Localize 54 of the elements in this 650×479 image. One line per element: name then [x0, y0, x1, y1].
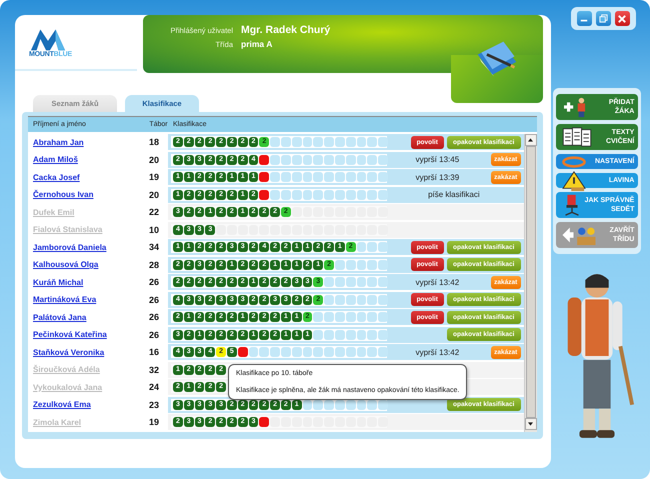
camp-number: 23: [148, 400, 160, 410]
up-arrow-icon: [528, 138, 534, 142]
camp-number: 26: [148, 312, 160, 322]
status-text: vyprší 13:39: [414, 172, 460, 182]
status-text: vyprší 13:42: [414, 348, 460, 356]
camp-number: 24: [148, 382, 160, 392]
scroll-down-button[interactable]: [524, 418, 537, 430]
student-link[interactable]: Zimola Karel: [28, 418, 140, 426]
camp-number: 20: [148, 154, 160, 164]
warning-sign-icon: [560, 170, 588, 192]
camp-number: 26: [148, 330, 160, 340]
camp-number: 34: [148, 242, 160, 252]
scroll-up-button[interactable]: [524, 134, 537, 146]
student-link[interactable]: Cacka Josef: [28, 172, 140, 182]
status-text: vyprší 13:42: [414, 278, 460, 286]
class-name: prima A: [241, 39, 274, 49]
status-text: vyprší 13:45: [414, 155, 460, 164]
restore-button[interactable]: [596, 11, 611, 26]
student-link[interactable]: Martináková Eva: [28, 295, 140, 304]
student-link[interactable]: Abraham Jan: [28, 138, 140, 146]
student-link[interactable]: Kuráň Michal: [28, 278, 140, 286]
status-text: píše klasifikaci: [427, 190, 481, 199]
minimize-button[interactable]: [576, 11, 592, 26]
student-link[interactable]: Zezulková Ema: [28, 400, 140, 409]
close-icon: [618, 14, 626, 22]
student-link[interactable]: Pečinková Kateřina: [28, 330, 140, 339]
camp-number: 19: [148, 417, 160, 427]
student-link[interactable]: Dufek Emil: [28, 208, 140, 216]
student-link[interactable]: Fialová Stanislava: [28, 225, 140, 234]
user-name: Mgr. Radek Churý: [241, 24, 332, 36]
student-link[interactable]: Vykoukalová Jana: [28, 382, 140, 392]
student-link[interactable]: Černohous Ivan: [28, 190, 140, 199]
student-link[interactable]: Palátová Jana: [28, 312, 140, 322]
student-link[interactable]: Adam Miloš: [28, 155, 140, 164]
camp-number: 20: [148, 190, 160, 200]
camp-number: 26: [148, 277, 160, 287]
camp-number: 32: [148, 364, 160, 374]
camp-number: 22: [148, 207, 160, 217]
camp-number: 18: [148, 137, 160, 147]
ring-icon: [560, 154, 588, 168]
down-arrow-icon: [528, 422, 534, 426]
student-link[interactable]: Široučková Adéla: [28, 365, 140, 374]
student-link[interactable]: Jamborová Daniela: [28, 242, 140, 252]
scroll-thumb[interactable]: [526, 146, 536, 418]
restore-icon: [598, 14, 608, 23]
camp-number: 26: [148, 294, 160, 304]
student-link[interactable]: Staňková Veronika: [28, 348, 140, 356]
camp-number: 16: [148, 347, 160, 357]
student-link[interactable]: Kalhousová Olga: [28, 260, 140, 269]
close-button[interactable]: [614, 11, 630, 26]
camp-number: 28: [148, 260, 160, 270]
scrollbar[interactable]: [524, 134, 537, 432]
camp-number: 19: [148, 172, 160, 182]
camp-number: 10: [148, 224, 160, 234]
